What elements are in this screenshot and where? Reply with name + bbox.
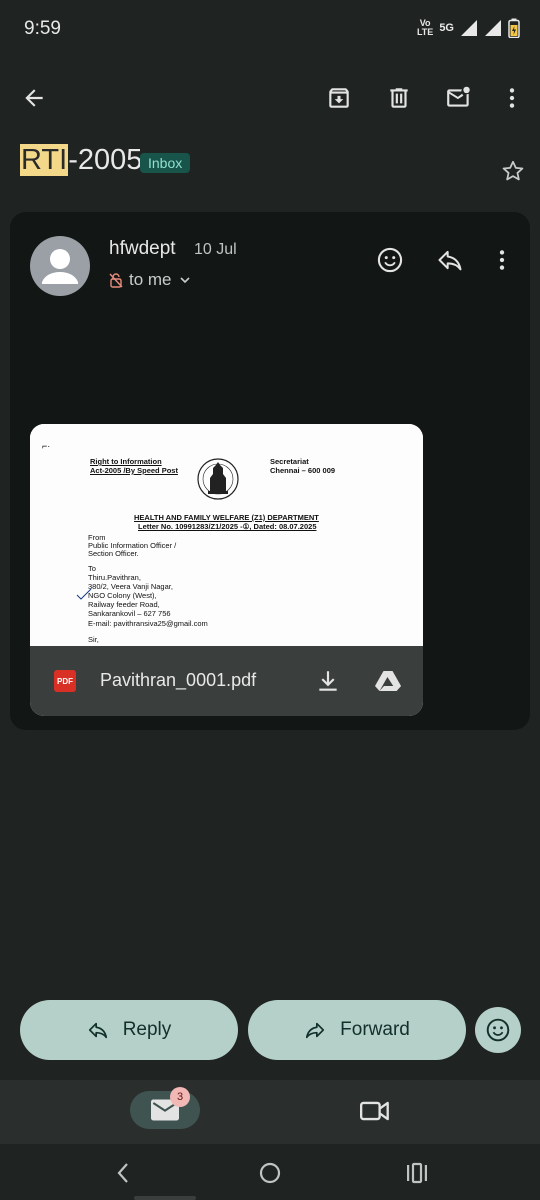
- trash-icon: [390, 88, 408, 108]
- bottom-navigation: 3: [0, 1080, 540, 1144]
- nav-meet-tab[interactable]: [358, 1096, 392, 1126]
- chevron-left-icon: [117, 1163, 128, 1183]
- subject-row: RTI-2005 Inbox: [20, 140, 530, 190]
- more-vert-icon: [499, 250, 505, 270]
- arrow-back-icon: [25, 89, 43, 107]
- attachment-bar: PDF Pavithran_0001.pdf: [30, 646, 423, 716]
- system-recents-button[interactable]: [402, 1158, 432, 1188]
- download-button[interactable]: [314, 667, 342, 695]
- save-to-drive-button[interactable]: [374, 667, 402, 695]
- avatar[interactable]: [30, 236, 90, 296]
- forward-icon: [306, 1022, 325, 1039]
- doc-to-line-2: Thiru.Pavithran,: [88, 573, 141, 582]
- doc-to-line-3: 380/2, Veera Vanji Nagar,: [88, 582, 173, 591]
- more-vert-icon: [509, 88, 515, 108]
- emoji-icon: [377, 247, 403, 273]
- state-emblem: [196, 456, 240, 502]
- message-more-button[interactable]: [484, 242, 520, 278]
- reply-icon: [438, 250, 462, 271]
- subject-rest: -2005: [68, 144, 143, 176]
- attachment-filename[interactable]: Pavithran_0001.pdf: [100, 670, 256, 691]
- status-time: 9:59: [24, 18, 61, 39]
- pdf-preview[interactable]: ⌐· Right to Information Act-2005 /By Spe…: [30, 424, 423, 646]
- signal-icon-2: [485, 20, 501, 36]
- download-icon: [319, 671, 337, 691]
- mark-unread-button[interactable]: [441, 80, 477, 116]
- delete-button[interactable]: [381, 80, 417, 116]
- forward-button[interactable]: Forward: [248, 1000, 466, 1060]
- signal-icon: [461, 20, 477, 36]
- recents-icon: [407, 1162, 427, 1184]
- forward-label: Forward: [340, 1019, 410, 1040]
- doc-to-line-5: Railway feeder Road,: [88, 600, 160, 609]
- doc-salutation: Sir,: [88, 635, 99, 644]
- battery-icon: [508, 18, 520, 38]
- unread-badge: 3: [170, 1087, 190, 1107]
- react-emoji-button[interactable]: [372, 242, 408, 278]
- handwritten-tick: [76, 588, 92, 600]
- doc-left-title-1: Right to Information: [90, 457, 162, 466]
- doc-right-title-1: Secretariat: [270, 457, 309, 466]
- person-icon: [42, 249, 78, 284]
- doc-to-line-7: E-mail: pavithransiva25@gmail.com: [88, 619, 208, 628]
- video-camera-icon: [360, 1101, 389, 1121]
- email-subject: RTI-2005: [20, 144, 142, 177]
- reply-button-header[interactable]: [432, 242, 468, 278]
- archive-icon: [329, 88, 349, 108]
- handwritten-mark: ⌐·: [42, 441, 51, 451]
- reply-label: Reply: [122, 1019, 172, 1040]
- volte-indicator: Vo LTE: [416, 18, 434, 37]
- system-home-button[interactable]: [255, 1158, 285, 1188]
- system-back-button[interactable]: [108, 1158, 138, 1188]
- reply-actions: Reply Forward: [0, 1000, 540, 1060]
- star-icon: [502, 160, 524, 181]
- star-button[interactable]: [500, 158, 526, 189]
- emoji-reaction-button[interactable]: [475, 1007, 521, 1053]
- emoji-icon: [486, 1018, 510, 1042]
- top-toolbar: [0, 70, 540, 126]
- email-date: 10 Jul: [194, 241, 237, 258]
- more-options-button[interactable]: [494, 80, 530, 116]
- system-navigation: [0, 1144, 540, 1200]
- doc-to: To: [88, 564, 96, 573]
- pdf-attachment-card[interactable]: ⌐· Right to Information Act-2005 /By Spe…: [30, 424, 423, 716]
- lock-off-icon: [109, 273, 123, 288]
- doc-letter-number: Letter No. 10991283/Z1/2025 -①, Dated: 0…: [138, 522, 317, 531]
- message-card: hfwdept 10 Jul to me ⌐· Right to Informa…: [10, 212, 530, 730]
- doc-to-line-4: NGO Colony (West),: [88, 591, 157, 600]
- inbox-label-chip[interactable]: Inbox: [140, 153, 191, 173]
- status-icons: Vo LTE 5G: [417, 18, 520, 38]
- home-indicator: [134, 1196, 196, 1200]
- doc-left-title-2: Act-2005 /By Speed Post: [90, 466, 178, 475]
- mark-unread-icon: [447, 86, 470, 107]
- doc-from-line-3: Section Officer.: [88, 549, 139, 558]
- doc-right-title-2: Chennai – 600 009: [270, 466, 336, 475]
- doc-to-line-6: Sankarankovil – 627 756: [88, 609, 171, 618]
- pdf-file-icon: PDF: [54, 670, 76, 692]
- back-button[interactable]: [16, 80, 52, 116]
- network-type: 5G: [439, 22, 454, 34]
- recipient-text: to me: [129, 270, 172, 289]
- chevron-down-icon: [179, 277, 190, 284]
- status-bar: 9:59 Vo LTE 5G: [0, 0, 540, 60]
- doc-department: HEALTH AND FAMILY WELFARE (Z1) DEPARTMEN…: [134, 513, 319, 522]
- drive-icon: [375, 671, 401, 691]
- reply-icon: [88, 1022, 107, 1039]
- reply-button[interactable]: Reply: [20, 1000, 238, 1060]
- sender-name[interactable]: hfwdept: [109, 238, 176, 260]
- nav-mail-tab[interactable]: 3: [130, 1087, 200, 1129]
- subject-highlight: RTI: [20, 144, 69, 176]
- home-circle-icon: [259, 1162, 281, 1184]
- archive-button[interactable]: [321, 80, 357, 116]
- recipient-row[interactable]: to me: [109, 270, 192, 290]
